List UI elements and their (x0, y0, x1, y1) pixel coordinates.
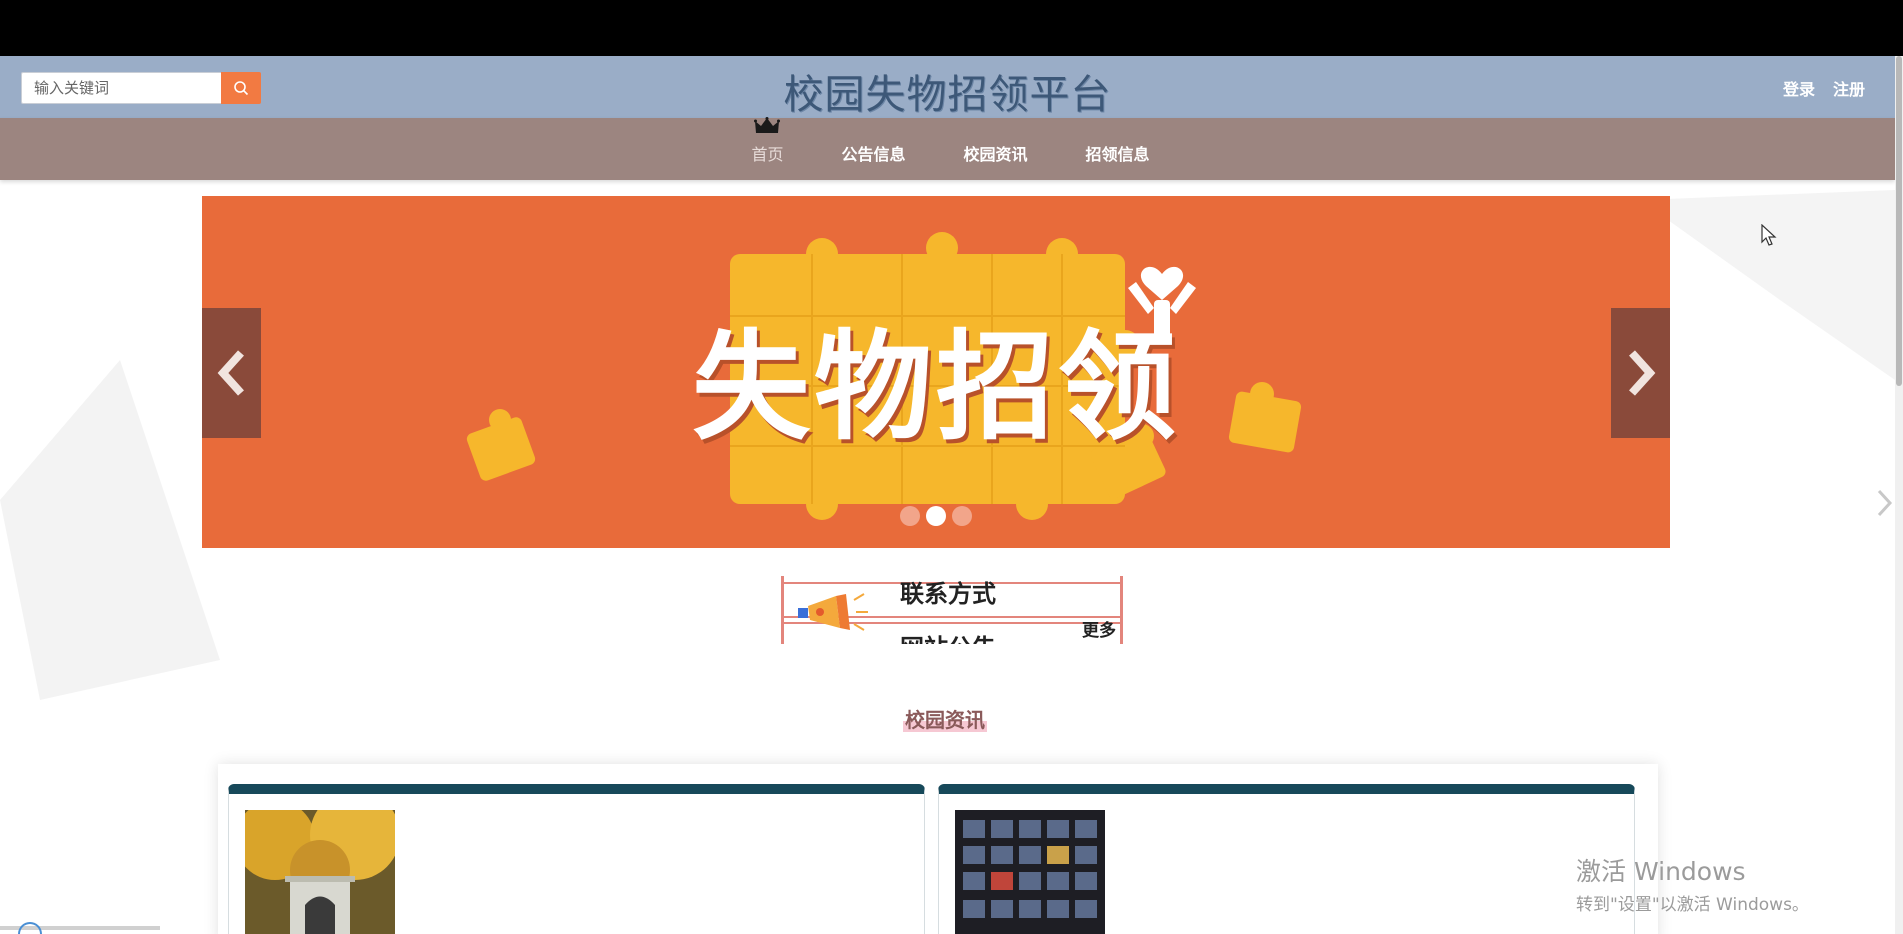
news-card[interactable] (228, 784, 925, 934)
news-thumbnail[interactable] (245, 810, 395, 934)
news-panel (218, 764, 1658, 934)
nav-item-label: 首页 (751, 145, 784, 164)
screen-grid-image (955, 810, 1105, 934)
carousel-dot-active[interactable] (926, 506, 946, 526)
nav-item-found-items[interactable]: 招领信息 (1086, 133, 1150, 165)
banner-title: 失物招领 (691, 318, 1180, 456)
news-thumbnail[interactable] (955, 810, 1105, 934)
nav-item-announcements[interactable]: 公告信息 (841, 133, 905, 165)
chevron-right-icon (1628, 350, 1655, 396)
carousel-indicators (202, 506, 1670, 526)
banner-carousel: 失物招领 (202, 196, 1670, 548)
megaphone-icon (798, 593, 868, 631)
chevron-right-icon[interactable] (1874, 488, 1894, 518)
notice-ticker: 联系方式 网站公告 更多 (781, 576, 1123, 644)
windows-activation-watermark: 激活 Windows 转到"设置"以激活 Windows。 (1576, 857, 1809, 915)
page-scrollbar[interactable] (1895, 56, 1903, 934)
nav-item-label: 公告信息 (841, 145, 906, 164)
top-header: 校园失物招领平台 登录 注册 (0, 56, 1895, 118)
chevron-left-icon (217, 350, 244, 396)
mouse-cursor-icon (1761, 224, 1777, 246)
auth-links: 登录 注册 (1783, 76, 1865, 100)
notice-more-link[interactable]: 更多 (1082, 616, 1116, 641)
carousel-prev-button[interactable] (202, 308, 261, 438)
login-link[interactable]: 登录 (1783, 76, 1815, 100)
bottom-progress-knob[interactable] (18, 922, 42, 934)
nav-item-home[interactable]: 首页 (751, 117, 784, 165)
crown-icon (754, 117, 781, 133)
register-link[interactable]: 注册 (1833, 76, 1865, 100)
site-title: 校园失物招领平台 (783, 72, 1112, 118)
carousel-dot[interactable] (900, 506, 920, 526)
carousel-next-button[interactable] (1611, 308, 1670, 438)
notice-item[interactable]: 网站公告 (900, 628, 996, 644)
main-nav: 首页 公告信息 校园资讯 招领信息 (0, 117, 1895, 180)
news-card[interactable] (938, 784, 1635, 934)
window-top-bar (0, 0, 1903, 56)
notice-item[interactable]: 联系方式 (900, 576, 996, 609)
campus-gate-image (245, 810, 395, 934)
section-title-campus-news: 校园资讯 (903, 708, 987, 732)
scrollbar-thumb[interactable] (1896, 56, 1902, 386)
nav-item-label: 招领信息 (1085, 145, 1150, 164)
nav-item-label: 校园资讯 (963, 145, 1028, 164)
carousel-dot[interactable] (952, 506, 972, 526)
nav-item-campus-news[interactable]: 校园资讯 (964, 133, 1028, 165)
